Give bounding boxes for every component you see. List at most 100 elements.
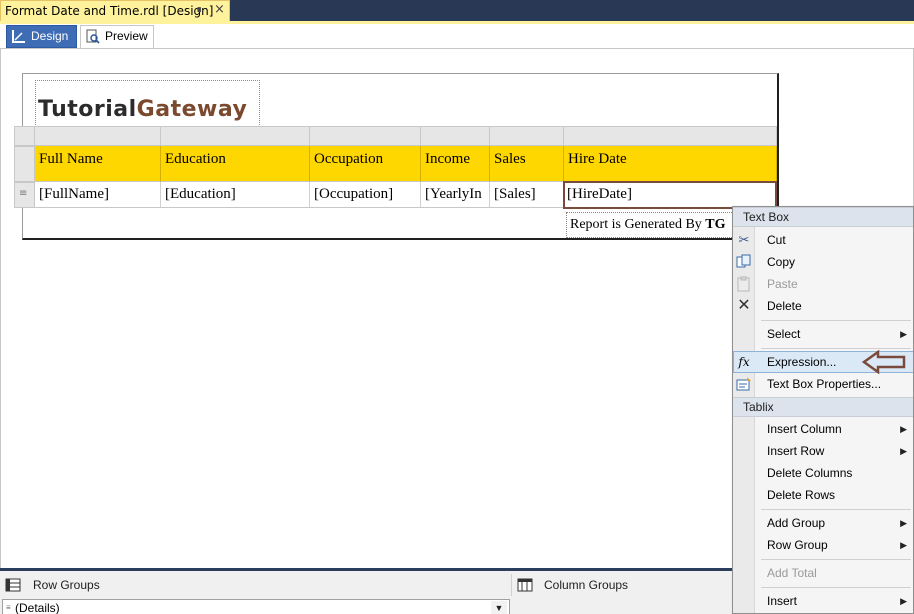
menu-section-tablix: Tablix: [733, 397, 913, 417]
preview-magnifier-icon: [86, 29, 100, 44]
copy-icon: [736, 254, 752, 270]
menu-item-textbox-properties-label: Text Box Properties...: [767, 377, 882, 391]
document-tab-title: Format Date and Time.rdl [Design]: [5, 4, 214, 18]
menu-item-insert-column-label: Insert Column: [767, 422, 842, 436]
submenu-arrow-icon: ▶: [900, 446, 907, 456]
menu-item-delete-rows[interactable]: Delete Rows: [733, 484, 913, 506]
document-tab[interactable]: Format Date and Time.rdl [Design] ∎ ×: [0, 0, 230, 21]
menu-item-cut-label: Cut: [767, 233, 786, 247]
menu-separator: [761, 320, 911, 321]
column-handle[interactable]: [421, 126, 490, 146]
menu-item-add-group-label: Add Group: [767, 516, 826, 530]
tab-design[interactable]: Design: [6, 25, 77, 48]
menu-item-cut[interactable]: ✂ Cut: [733, 229, 913, 251]
menu-item-delete-label: Delete: [767, 299, 802, 313]
column-groups-label: Column Groups: [544, 578, 629, 592]
details-group-label: (Details): [15, 601, 60, 614]
delete-x-icon: ✕: [737, 297, 751, 314]
menu-section-textbox: Text Box: [733, 207, 913, 227]
menu-separator: [761, 587, 911, 588]
field-occupation[interactable]: [Occupation]: [310, 182, 421, 208]
header-row-handle[interactable]: [14, 146, 35, 182]
footer-text: Report is Generated By: [570, 217, 706, 232]
column-handle[interactable]: [161, 126, 310, 146]
column-handle[interactable]: [310, 126, 421, 146]
footer-bold-text: TG: [705, 217, 726, 232]
menu-item-paste-label: Paste: [767, 277, 798, 291]
row-groups-icon: [5, 578, 21, 592]
column-handle[interactable]: [564, 126, 777, 146]
menu-item-add-total-label: Add Total: [767, 566, 817, 580]
menu-item-insert-row[interactable]: Insert Row ▶: [733, 440, 913, 462]
menu-item-select-label: Select: [767, 327, 801, 341]
tab-preview-label: Preview: [105, 29, 148, 43]
menu-item-add-group[interactable]: Add Group ▶: [733, 512, 913, 534]
scissors-icon: ✂: [738, 232, 750, 247]
submenu-arrow-icon: ▶: [900, 596, 907, 606]
header-sales[interactable]: Sales: [490, 146, 564, 182]
menu-separator: [761, 509, 911, 510]
menu-item-insert-label: Insert: [767, 594, 798, 608]
menu-item-select[interactable]: Select ▶: [733, 323, 913, 345]
callout-arrow-icon: [862, 350, 906, 374]
logo-part2: Gateway: [136, 97, 248, 122]
menu-item-row-group[interactable]: Row Group ▶: [733, 534, 913, 556]
context-menu: Text Box ✂ Cut Copy Paste ✕ Delete Selec…: [732, 206, 914, 614]
submenu-arrow-icon: ▶: [900, 424, 907, 434]
view-tabs: Design Preview: [0, 24, 914, 49]
menu-item-insert-row-label: Insert Row: [767, 444, 825, 458]
submenu-arrow-icon: ▶: [900, 518, 907, 528]
footer-textbox[interactable]: Report is Generated By TG: [566, 212, 736, 238]
submenu-arrow-icon: ▶: [900, 329, 907, 339]
logo-textbox[interactable]: TutorialGateway: [35, 80, 260, 127]
submenu-arrow-icon: ▶: [900, 540, 907, 550]
menu-item-delete-columns-label: Delete Columns: [767, 466, 853, 480]
field-education[interactable]: [Education]: [161, 182, 310, 208]
tab-design-label: Design: [31, 29, 69, 43]
row-groups-label: Row Groups: [33, 578, 100, 592]
menu-item-expression-label: Expression...: [767, 355, 837, 369]
properties-icon: [736, 376, 752, 392]
header-full-name[interactable]: Full Name: [35, 146, 161, 182]
menu-item-delete-columns[interactable]: Delete Columns: [733, 462, 913, 484]
column-handle[interactable]: [490, 126, 564, 146]
field-yearly-income[interactable]: [YearlyIn: [421, 182, 490, 208]
pin-icon[interactable]: ∎: [196, 4, 208, 16]
paste-icon: [736, 276, 752, 292]
details-group-icon: ≡: [19, 188, 28, 199]
menu-item-textbox-properties[interactable]: Text Box Properties...: [733, 373, 913, 395]
design-ruler-icon: [12, 30, 25, 43]
menu-item-copy-label: Copy: [767, 255, 796, 269]
ssrs-designer-window: Format Date and Time.rdl [Design] ∎ × De…: [0, 0, 914, 614]
menu-item-insert-column[interactable]: Insert Column ▶: [733, 418, 913, 440]
row-groups-header[interactable]: Row Groups: [0, 574, 512, 596]
tablix-corner-handle[interactable]: [14, 126, 35, 146]
column-groups-icon: [517, 578, 533, 592]
menu-item-delete-rows-label: Delete Rows: [767, 488, 836, 502]
chevron-down-icon[interactable]: ▼: [491, 601, 507, 614]
menu-item-row-group-label: Row Group: [767, 538, 828, 552]
menu-separator: [761, 348, 911, 349]
menu-item-copy[interactable]: Copy: [733, 251, 913, 273]
menu-item-add-total[interactable]: Add Total: [733, 562, 913, 584]
field-sales[interactable]: [Sales]: [490, 182, 564, 208]
menu-separator: [761, 559, 911, 560]
details-group-icon: ≡: [6, 603, 11, 612]
details-group-dropdown[interactable]: ≡ (Details) ▼: [2, 599, 510, 614]
document-tab-strip: Format Date and Time.rdl [Design] ∎ ×: [0, 0, 914, 21]
logo-part1: Tutorial: [38, 97, 137, 122]
header-occupation[interactable]: Occupation: [310, 146, 421, 182]
column-handle[interactable]: [35, 126, 161, 146]
menu-item-insert[interactable]: Insert ▶: [733, 590, 913, 612]
field-hire-date-selected[interactable]: [HireDate]: [563, 181, 777, 209]
menu-item-paste[interactable]: Paste: [733, 273, 913, 295]
close-icon[interactable]: ×: [214, 3, 226, 17]
tutorial-gateway-logo: TutorialGateway: [38, 97, 247, 122]
menu-item-delete[interactable]: ✕ Delete: [733, 295, 913, 317]
header-education[interactable]: Education: [161, 146, 310, 182]
header-hire-date[interactable]: Hire Date: [564, 146, 777, 182]
fx-function-icon: fx: [738, 355, 750, 369]
header-income[interactable]: Income: [421, 146, 490, 182]
field-full-name[interactable]: [FullName]: [35, 182, 161, 208]
tab-preview[interactable]: Preview: [80, 25, 154, 48]
